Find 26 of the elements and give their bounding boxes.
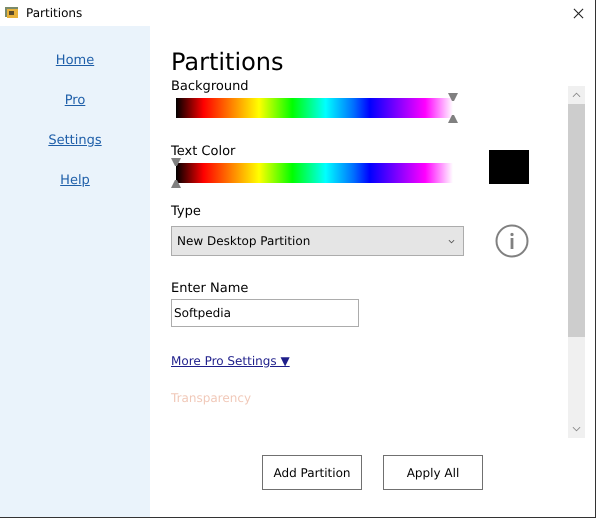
scroll-up-icon[interactable]	[572, 92, 581, 98]
scroll-down-icon[interactable]	[572, 426, 581, 432]
action-button[interactable]: Add Partition	[262, 455, 362, 490]
app-icon	[4, 5, 20, 21]
field-label: Enter Name	[171, 280, 248, 298]
scroll-thumb[interactable]	[568, 104, 585, 337]
field-label: Transparency	[171, 390, 252, 406]
sidebar-link[interactable]: Pro	[64, 92, 86, 110]
field-label: Type	[171, 203, 201, 221]
window-title: Partitions	[26, 6, 82, 20]
name-field[interactable]: Softpedia	[171, 299, 359, 327]
info-icon[interactable]	[495, 224, 529, 258]
sidebar-link[interactable]: Home	[56, 52, 94, 70]
page-heading: Partitions	[171, 47, 284, 78]
slider-thumb[interactable]	[448, 93, 458, 123]
close-icon[interactable]	[573, 8, 584, 18]
more-settings-link[interactable]: More Pro Settings ▼	[171, 354, 290, 368]
sidebar-link[interactable]: Settings	[48, 132, 102, 150]
type-dropdown[interactable]: New Desktop Partition	[171, 226, 464, 256]
action-button[interactable]: Apply All	[383, 455, 483, 490]
field-label: Text Color	[171, 143, 236, 161]
scrollbar[interactable]	[568, 86, 585, 438]
chevron-icon	[448, 238, 455, 244]
slider-thumb[interactable]	[171, 158, 181, 188]
sidebar-link[interactable]: Help	[60, 172, 90, 190]
field-label: Background	[171, 78, 249, 96]
